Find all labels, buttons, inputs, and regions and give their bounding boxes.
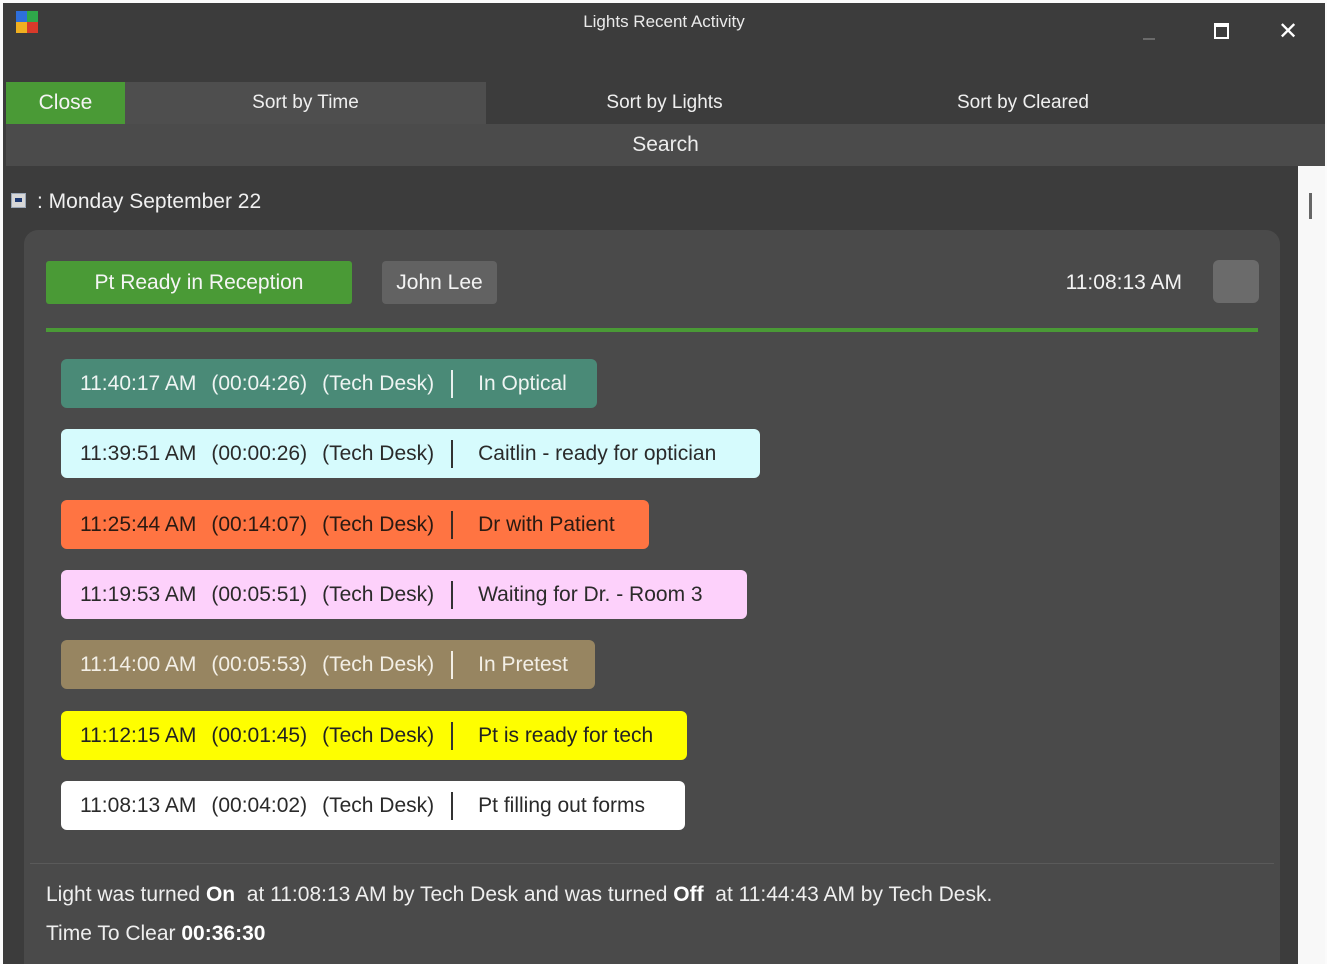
- entry-duration: (00:01:45): [211, 723, 308, 747]
- entry-source: (Tech Desk): [322, 582, 435, 606]
- entry-source: (Tech Desk): [322, 793, 435, 817]
- summary-on-word: On: [205, 883, 236, 906]
- sort-by-cleared-button[interactable]: Sort by Cleared: [843, 82, 1203, 124]
- entry-duration: (00:05:53): [211, 652, 308, 676]
- entry-duration: (00:14:07): [211, 512, 308, 536]
- time-to-clear-value: 00:36:30: [181, 922, 266, 945]
- entry-duration: (00:05:51): [211, 582, 308, 606]
- activity-entry: 11:25:44 AM (00:14:07) (Tech Desk) Dr with …: [61, 500, 649, 549]
- entry-light-label: Pt filling out forms: [478, 793, 646, 817]
- entry-duration: (00:00:26): [211, 441, 308, 465]
- collapse-minus-icon[interactable]: [11, 193, 26, 208]
- scrollbar-thumb[interactable]: [1309, 193, 1312, 219]
- entry-time: 11:14:00 AM: [80, 652, 197, 676]
- search-button[interactable]: Search: [6, 124, 1325, 166]
- entry-separator: [451, 791, 454, 820]
- activity-list: : Monday September 22 Pt Ready in Recept…: [3, 166, 1298, 964]
- time-to-clear-label: Time To Clear: [46, 922, 182, 945]
- entry-separator: [451, 721, 454, 750]
- entry-separator: [451, 439, 454, 468]
- activity-entry: 11:14:00 AM (00:05:53) (Tech Desk) In Prete…: [61, 640, 595, 689]
- card-checkbox[interactable]: [1213, 260, 1259, 303]
- summary-on-middle: at 11:08:13 AM by Tech Desk and was turn…: [235, 883, 674, 906]
- entry-time: 11:19:53 AM: [80, 582, 197, 606]
- toolbar: Close Sort by Time Sort by Lights Sort b…: [3, 82, 1325, 124]
- activity-entry: 11:08:13 AM (00:04:02) (Tech Desk) Pt filli…: [61, 781, 685, 830]
- entry-separator: [451, 580, 454, 609]
- entry-duration: (00:04:26): [211, 371, 308, 395]
- entry-light-label: Caitlin - ready for optician: [478, 441, 717, 465]
- entry-source: (Tech Desk): [322, 441, 435, 465]
- activity-entry: 11:39:51 AM (00:00:26) (Tech Desk) Caitlin …: [61, 429, 760, 478]
- entry-light-label: In Pretest: [478, 652, 569, 676]
- card-time: 11:08:13 AM: [1065, 271, 1182, 294]
- entry-time: 11:40:17 AM: [80, 371, 197, 395]
- minimize-icon[interactable]: [1126, 13, 1172, 49]
- light-color-divider: [46, 328, 1258, 332]
- sort-by-lights-button[interactable]: Sort by Lights: [486, 82, 843, 124]
- light-activity-card: Pt Ready in Reception John Lee 11:08:13 …: [24, 230, 1280, 964]
- entry-time: 11:25:44 AM: [80, 512, 197, 536]
- activity-entry: 11:19:53 AM (00:05:51) (Tech Desk) Waiting …: [61, 570, 747, 619]
- entry-light-label: In Optical: [478, 371, 567, 395]
- entry-source: (Tech Desk): [322, 723, 435, 747]
- close-button[interactable]: Close: [6, 82, 125, 124]
- entry-separator: [451, 369, 454, 398]
- entry-source: (Tech Desk): [322, 371, 435, 395]
- date-group-heading: : Monday September 22: [37, 190, 262, 213]
- activity-entry: 11:12:15 AM (00:01:45) (Tech Desk) Pt is re…: [61, 711, 687, 760]
- summary-on-prefix: Light was turned: [46, 883, 206, 906]
- maximize-icon[interactable]: [1198, 13, 1244, 49]
- entry-separator: [451, 510, 454, 539]
- entry-time: 11:39:51 AM: [80, 441, 197, 465]
- entry-duration: (00:04:02): [211, 793, 308, 817]
- entry-time: 11:12:15 AM: [80, 723, 197, 747]
- vertical-scrollbar[interactable]: [1298, 166, 1325, 964]
- entry-source: (Tech Desk): [322, 512, 435, 536]
- summary-divider: [30, 863, 1274, 864]
- app-window: Lights Recent Activity ✕ Close Sort by T…: [3, 3, 1325, 964]
- light-name-badge: Pt Ready in Reception: [46, 261, 352, 304]
- entry-source: (Tech Desk): [322, 652, 435, 676]
- entry-light-label: Waiting for Dr. - Room 3: [478, 582, 703, 606]
- summary-off-word: Off: [673, 883, 704, 906]
- summary-off-suffix: at 11:44:43 AM by Tech Desk.: [703, 883, 993, 906]
- person-badge: John Lee: [382, 261, 497, 304]
- entry-light-label: Dr with Patient: [478, 512, 615, 536]
- sort-by-time-button[interactable]: Sort by Time: [125, 82, 486, 124]
- summary-time-to-clear: Time To Clear 00:36:30: [46, 922, 265, 946]
- close-window-icon[interactable]: ✕: [1265, 13, 1311, 49]
- summary-on-off-line: Light was turned On at 11:08:13 AM by Te…: [46, 883, 992, 907]
- entry-separator: [451, 650, 454, 679]
- activity-entry: 11:40:17 AM (00:04:26) (Tech Desk) In Optic…: [61, 359, 597, 408]
- entry-light-label: Pt is ready for tech: [478, 723, 654, 747]
- entry-time: 11:08:13 AM: [80, 793, 197, 817]
- title-bar[interactable]: Lights Recent Activity ✕: [3, 3, 1325, 83]
